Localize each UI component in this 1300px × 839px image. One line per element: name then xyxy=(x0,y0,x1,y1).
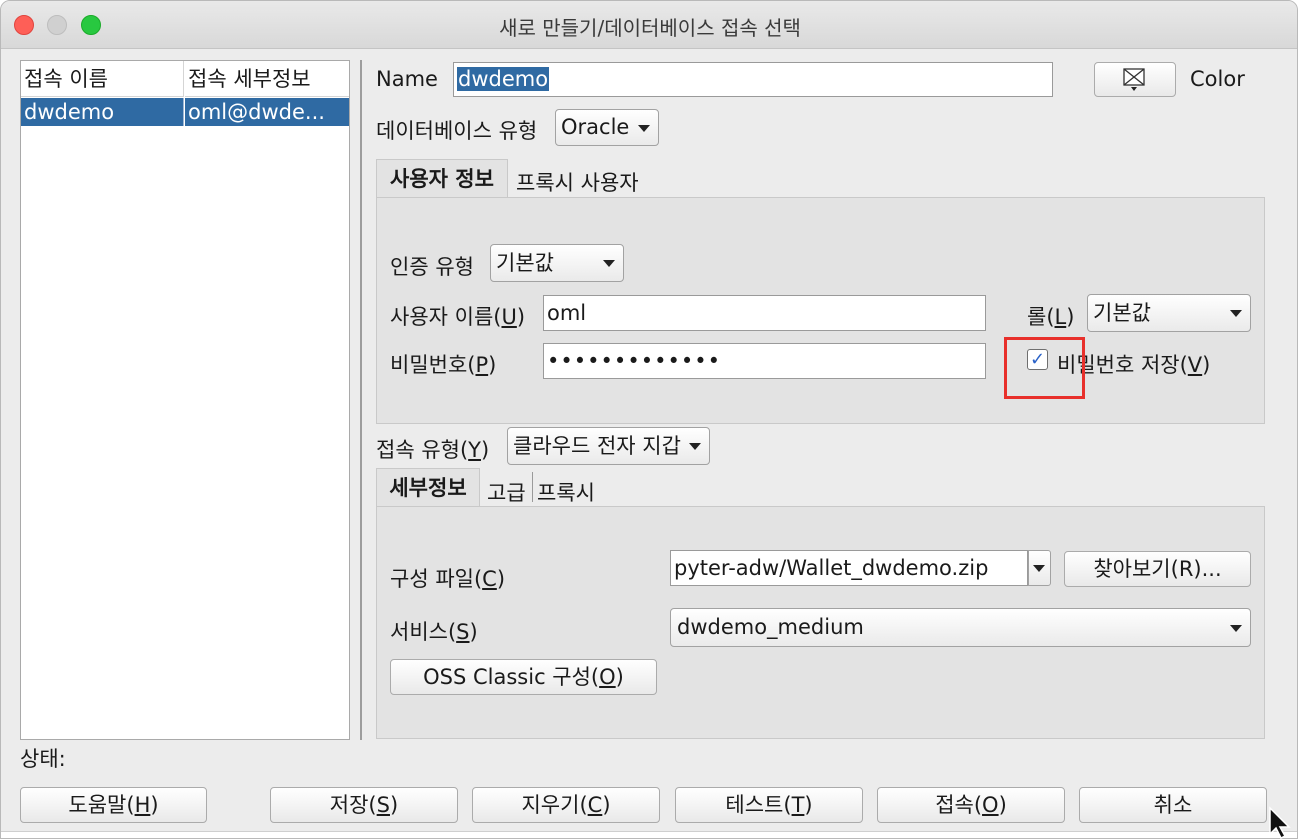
split-divider[interactable] xyxy=(360,60,362,740)
tab-user-info[interactable]: 사용자 정보 xyxy=(376,159,508,198)
tab-proxy-user[interactable]: 프록시 사용자 xyxy=(516,167,639,197)
connect-button[interactable]: 접속(O) xyxy=(877,787,1065,823)
title-bar: 새로 만들기/데이터베이스 접속 선택 xyxy=(1,1,1297,49)
color-label: Color xyxy=(1190,67,1245,91)
conn-type-value: 클라우드 전자 지갑 xyxy=(513,434,681,458)
name-label: Name xyxy=(376,67,438,91)
auth-type-select[interactable]: 기본값 xyxy=(490,244,624,282)
tab-details[interactable]: 세부정보 xyxy=(376,468,480,507)
oss-classic-config-button[interactable]: OSS Classic 구성(O) xyxy=(390,659,657,695)
service-label: 서비스(S) xyxy=(390,620,478,644)
color-picker-button[interactable] xyxy=(1094,62,1176,97)
background-window-strip xyxy=(1,831,1297,838)
mouse-cursor-icon xyxy=(1269,806,1291,839)
column-header-connection-name[interactable]: 접속 이름 xyxy=(21,61,184,97)
conn-type-select[interactable]: 클라우드 전자 지갑 xyxy=(507,427,710,465)
auth-type-value: 기본값 xyxy=(496,251,554,275)
db-type-select[interactable]: Oracle xyxy=(555,109,659,146)
chevron-down-icon xyxy=(1230,310,1242,317)
test-button[interactable]: 테스트(T) xyxy=(675,787,863,823)
name-input[interactable]: dwdemo xyxy=(453,62,1053,97)
username-label: 사용자 이름(U) xyxy=(390,305,526,329)
tab-proxy[interactable]: 프록시 xyxy=(537,477,595,507)
config-file-input[interactable]: pyter-adw/Wallet_dwdemo.zip xyxy=(670,550,1028,586)
help-button[interactable]: 도움말(H) xyxy=(20,787,207,823)
column-header-connection-details[interactable]: 접속 세부정보 xyxy=(185,61,349,97)
config-file-label: 구성 파일(C) xyxy=(390,567,506,591)
browse-button[interactable]: 찾아보기(R)... xyxy=(1064,551,1251,587)
password-label: 비밀번호(P) xyxy=(390,353,497,377)
db-type-value: Oracle xyxy=(561,115,630,139)
conn-type-label: 접속 유형(Y) xyxy=(376,438,490,462)
auth-type-label: 인증 유형 xyxy=(390,255,474,279)
service-select[interactable]: dwdemo_medium xyxy=(670,608,1251,647)
window-title: 새로 만들기/데이터베이스 접속 선택 xyxy=(499,16,801,40)
role-select[interactable]: 기본값 xyxy=(1087,294,1251,332)
status-label: 상태: xyxy=(20,747,66,771)
password-input[interactable]: ••••••••••••• xyxy=(543,343,986,379)
connection-dialog: 새로 만들기/데이터베이스 접속 선택 접속 이름 접속 세부정보 dwdemo… xyxy=(0,0,1298,839)
chevron-down-icon xyxy=(1033,565,1045,572)
name-input-selected-text: dwdemo xyxy=(457,67,550,91)
clear-button[interactable]: 지우기(C) xyxy=(472,787,660,823)
username-input[interactable]: oml xyxy=(543,295,986,331)
list-item-connection-details[interactable]: oml@dwde... xyxy=(185,98,349,126)
tab-separator xyxy=(532,472,533,502)
service-value: dwdemo_medium xyxy=(677,615,864,639)
cancel-button[interactable]: 취소 xyxy=(1079,787,1267,823)
list-item-connection-name[interactable]: dwdemo xyxy=(21,98,184,126)
role-label: 롤(L) xyxy=(1027,305,1075,329)
save-button[interactable]: 저장(S) xyxy=(270,787,458,823)
chevron-down-icon xyxy=(689,443,701,450)
tab-advanced[interactable]: 고급 xyxy=(487,477,526,507)
highlight-box xyxy=(1004,337,1085,399)
color-swatch-icon xyxy=(1123,68,1145,91)
config-file-dropdown[interactable] xyxy=(1028,550,1051,586)
chevron-down-icon xyxy=(603,260,615,267)
connection-list[interactable]: 접속 이름 접속 세부정보 dwdemo oml@dwde... xyxy=(20,60,350,740)
db-type-label: 데이터베이스 유형 xyxy=(376,119,538,143)
chevron-down-icon xyxy=(1230,624,1242,632)
chevron-down-icon xyxy=(638,124,650,132)
role-value: 기본값 xyxy=(1093,301,1151,325)
